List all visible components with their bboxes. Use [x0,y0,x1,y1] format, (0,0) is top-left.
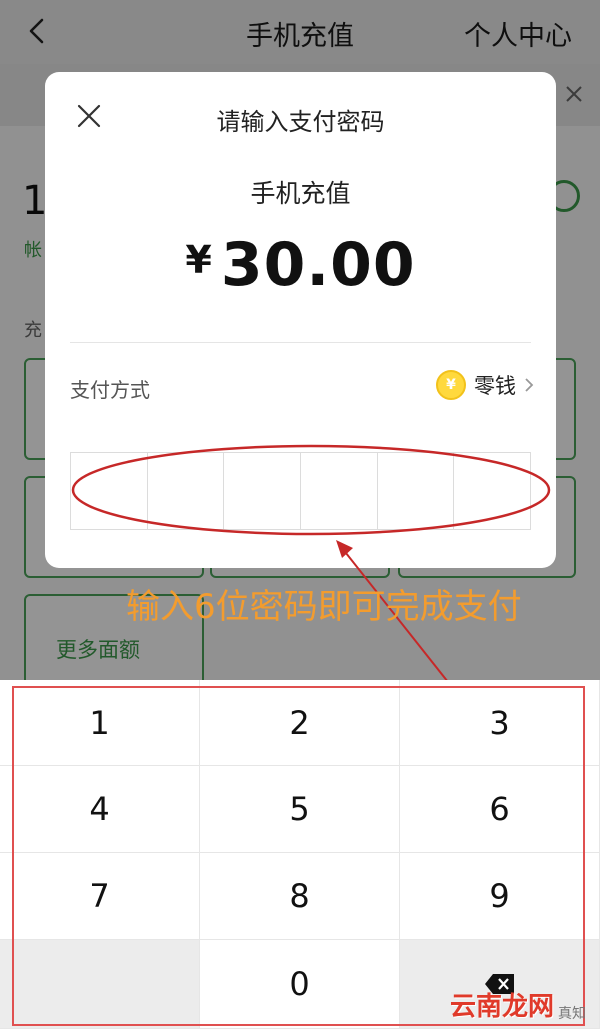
currency-symbol: ¥ [185,238,213,282]
dialog-title: 请输入支付密码 [216,108,385,136]
annotation-text: 输入6位密码即可完成支付 [126,587,522,627]
watermark: 云南龙网 真知 [450,986,586,1023]
password-cell [71,453,148,529]
password-cell [301,453,378,529]
keypad-blank-key [0,940,200,1029]
password-cell [454,453,530,529]
coin-icon: ¥ [436,370,466,400]
watermark-sub-text: 真知 [558,1006,586,1022]
numeric-keypad: 123 456 7890 [0,680,600,1029]
keypad-key-6[interactable]: 6 [400,766,600,853]
payment-password-dialog: 请输入支付密码 手机充值 ¥30.00 支付方式 ¥ 零钱 [45,72,556,568]
payment-method-selector[interactable]: ¥ 零钱 [436,368,534,402]
password-cell [224,453,302,529]
payment-item: 手机充值 [250,179,351,208]
keypad-key-2[interactable]: 2 [200,680,400,766]
keypad-key-7[interactable]: 7 [0,853,200,940]
payment-method-label: 支付方式 [70,378,150,402]
payment-method-value: 零钱 [474,374,516,398]
password-cell [148,453,225,529]
chevron-right-icon [525,378,534,392]
keypad-key-5[interactable]: 5 [200,766,400,853]
keypad-key-3[interactable]: 3 [400,680,600,766]
keypad-key-1[interactable]: 1 [0,680,200,766]
keypad-key-9[interactable]: 9 [400,853,600,940]
password-cell [378,453,455,529]
keypad-key-8[interactable]: 8 [200,853,400,940]
watermark-logo-text: 云南龙网 [449,992,554,1022]
keypad-key-4[interactable]: 4 [0,766,200,853]
divider [70,342,531,343]
password-input-grid[interactable] [70,452,531,530]
payment-amount: ¥30.00 [45,230,556,300]
keypad-key-0[interactable]: 0 [200,940,400,1029]
amount-value: 30.00 [220,230,416,300]
